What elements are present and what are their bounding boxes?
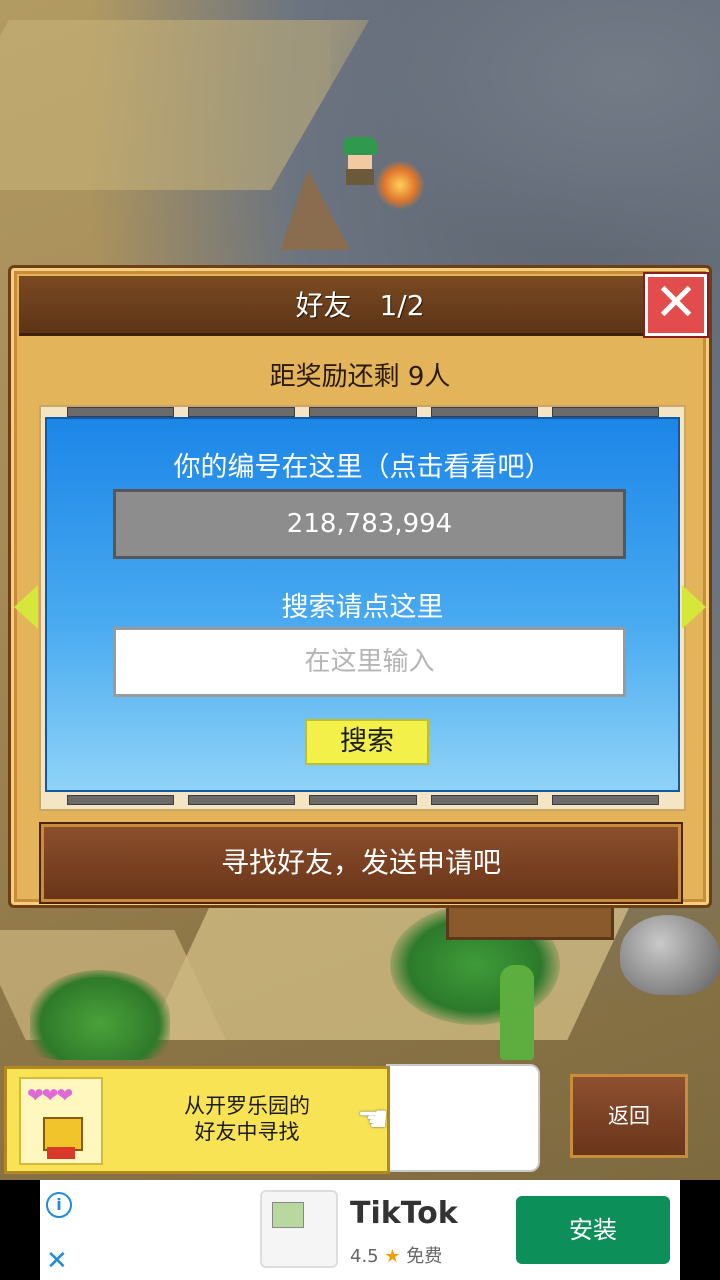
dialog-title-bar: 好友 1/2 — [19, 276, 701, 336]
close-icon: ✕ — [654, 273, 698, 333]
back-button[interactable]: 返回 — [570, 1074, 688, 1158]
pointing-hand-icon: ☚ — [357, 1099, 390, 1140]
my-id-display[interactable]: 218,783,994 — [113, 489, 626, 559]
boulder — [620, 915, 720, 995]
page-tabs-top — [67, 407, 660, 417]
search-label: 搜索请点这里 — [281, 592, 444, 623]
page-tabs-bottom — [67, 795, 660, 805]
fog-area — [330, 0, 720, 250]
prev-page-arrow-icon[interactable] — [14, 585, 38, 629]
friend-search-panel: 你的编号在这里（点击看看吧） 218,783,994 搜索请点这里 搜索 — [45, 417, 680, 792]
ad-margin — [0, 1180, 40, 1280]
close-button[interactable]: ✕ — [643, 272, 709, 338]
campfire — [375, 160, 425, 210]
ad-margin — [680, 1180, 720, 1280]
ad-banner[interactable]: i ✕ TikTok 4.5 ★ 免费 安装 — [40, 1180, 680, 1280]
app-icon — [260, 1190, 338, 1268]
search-button[interactable]: 搜索 — [305, 719, 429, 765]
next-page-arrow-icon[interactable] — [682, 585, 706, 629]
my-id-label: 你的编号在这里（点击看看吧） — [173, 452, 552, 483]
hearts-icon: ❤❤❤ — [27, 1083, 73, 1107]
explorer-character — [343, 137, 377, 185]
ad-app-name: TikTok — [350, 1196, 458, 1231]
star-icon: ★ — [384, 1246, 401, 1267]
kairobot-icon: ❤❤❤ — [19, 1077, 103, 1165]
install-button[interactable]: 安装 — [516, 1196, 670, 1264]
ad-rating: 4.5 ★ 免费 — [350, 1246, 443, 1267]
find-friends-button[interactable]: 寻找好友，发送申请吧 — [39, 822, 683, 904]
ad-close-icon[interactable]: ✕ — [46, 1248, 68, 1274]
palm-tree — [30, 970, 170, 1060]
friend-id-search-input[interactable] — [113, 627, 626, 697]
friend-panel-frame: 你的编号在这里（点击看看吧） 218,783,994 搜索请点这里 搜索 — [39, 405, 686, 811]
cairo-park-friends-label: 从开罗乐园的 好友中寻找 — [184, 1094, 310, 1144]
dialog-title: 好友 1/2 — [295, 289, 425, 322]
ad-info-icon[interactable]: i — [46, 1192, 72, 1218]
friends-dialog: 好友 1/2 ✕ 距奖励还剩 9人 你的编号在这里（点击看看吧） 218,783… — [8, 265, 712, 908]
cactus — [500, 965, 534, 1060]
cairo-park-friends-button[interactable]: ❤❤❤ 从开罗乐园的 好友中寻找 — [4, 1066, 390, 1174]
reward-remaining-text: 距奖励还剩 9人 — [269, 362, 451, 392]
sand-patch — [0, 20, 370, 190]
